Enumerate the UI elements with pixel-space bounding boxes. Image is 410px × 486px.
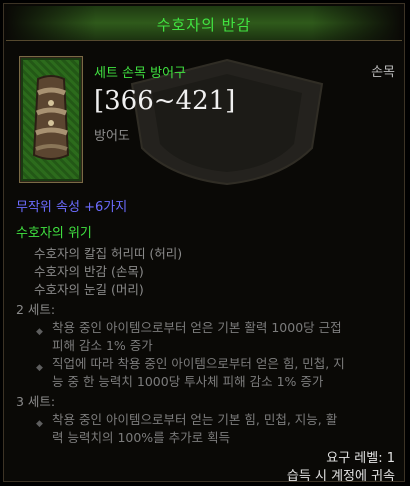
armor-label: 방어도 xyxy=(94,129,130,144)
diamond-bullet-icon: ◆ xyxy=(36,419,43,429)
bracer-icon xyxy=(32,75,70,160)
set-bonus-3-heading: 3 세트: xyxy=(16,394,56,409)
armor-value: [366~421] xyxy=(94,86,236,116)
set-piece-item: 수호자의 칼집 허리띠 (허리) xyxy=(34,246,183,261)
set-bonus-text: 피해 감소 1% 증가 xyxy=(52,338,153,353)
item-tooltip: 수호자의 반감 세트 손목 방어구 손목 [366~421] 방어도 무작위 속… xyxy=(3,3,405,482)
account-bound-notice: 습득 시 계정에 귀속 xyxy=(286,469,395,482)
set-bonus-text: 착용 중인 아이템으로부터 얻은 기본 활력 1000당 근접 xyxy=(52,320,342,335)
set-bonus-text: 능 중 한 능력치 1000당 투사체 피해 감소 1% 증가 xyxy=(52,374,324,389)
random-properties: 무작위 속성 +6가지 xyxy=(16,200,128,215)
set-bonus-line: ◆ 착용 중인 아이템으로부터 얻는 기본 힘, 민첩, 지능, 활 력 능력치… xyxy=(16,411,396,447)
item-slot: 손목 xyxy=(371,65,395,80)
set-bonus-text: 력 능력치의 100%를 추가로 획득 xyxy=(52,430,231,445)
set-bonus-section: 수호자의 위기 수호자의 칼집 허리띠 (허리) 수호자의 반감 (손목) 수호… xyxy=(16,222,396,447)
set-bonus-text: 착용 중인 아이템으로부터 얻는 기본 힘, 민첩, 지능, 활 xyxy=(52,412,338,427)
set-bonus-line: ◆ 착용 중인 아이템으로부터 얻은 기본 활력 1000당 근접 피해 감소 … xyxy=(16,319,396,355)
set-bonus-text: 직업에 따라 착용 중인 아이템으로부터 얻은 힘, 민첩, 지 xyxy=(52,356,345,371)
set-bonus-2-heading: 2 세트: xyxy=(16,302,56,317)
item-type: 세트 손목 방어구 xyxy=(94,66,186,81)
item-name: 수호자의 반감 xyxy=(156,16,252,34)
set-name: 수호자의 위기 xyxy=(16,226,92,241)
set-piece-item: 수호자의 반감 (손목) xyxy=(34,264,144,279)
set-bonus-line: ◆ 직업에 따라 착용 중인 아이템으로부터 얻은 힘, 민첩, 지 능 중 한… xyxy=(16,355,396,391)
diamond-bullet-icon: ◆ xyxy=(36,363,43,373)
required-level: 요구 레벨: 1 xyxy=(326,451,395,466)
diamond-bullet-icon: ◆ xyxy=(36,327,43,337)
set-piece-item: 수호자의 눈길 (머리) xyxy=(34,282,144,297)
tooltip-header: 수호자의 반감 xyxy=(6,6,402,41)
item-icon-frame xyxy=(19,56,83,183)
